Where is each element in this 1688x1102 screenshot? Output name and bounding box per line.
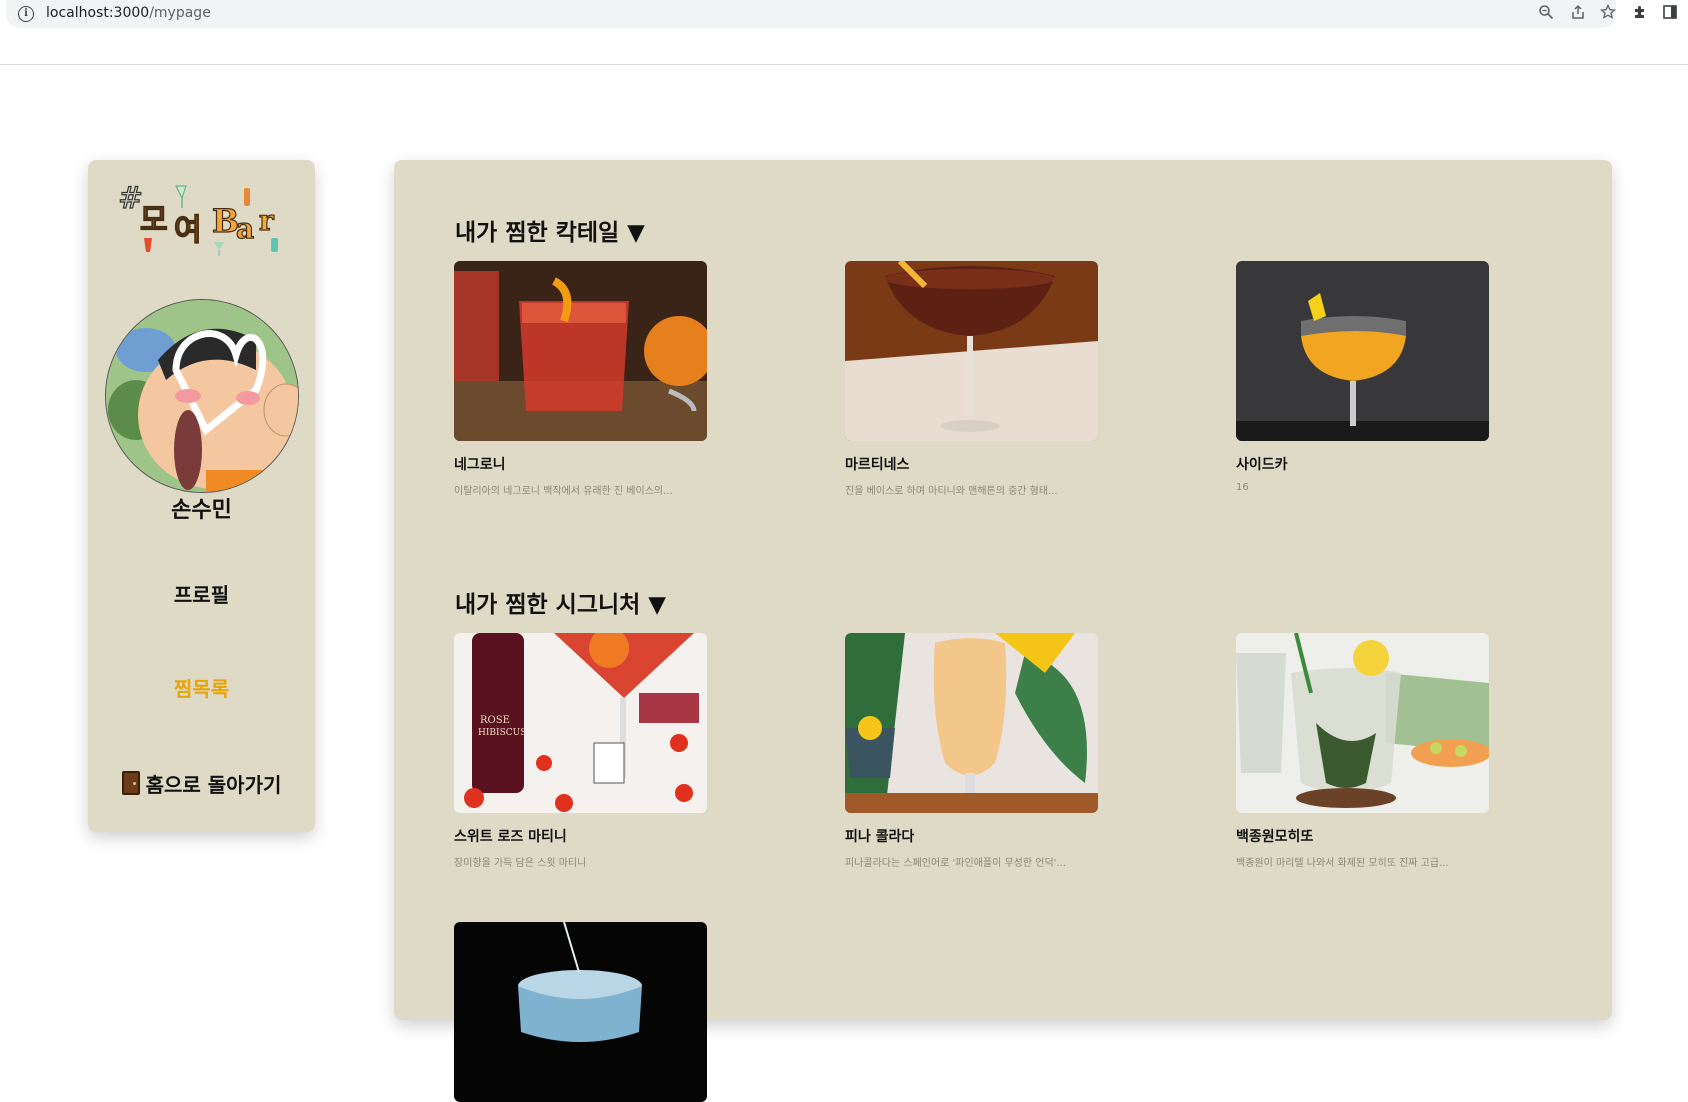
signature-image[interactable] <box>1236 633 1489 813</box>
cocktail-name: 마르티네스 <box>845 457 910 473</box>
profile-avatar[interactable] <box>105 299 299 493</box>
url-host: localhost:3000 <box>46 5 150 21</box>
url-text[interactable]: localhost:3000/mypage <box>46 5 211 21</box>
browser-toolbar: i localhost:3000/mypage <box>0 0 1688 65</box>
zoom-icon[interactable] <box>1536 4 1556 24</box>
svg-text:a: a <box>236 212 254 245</box>
cocktail-card[interactable]: 마르티네스 진을 베이스로 하며 마티니와 맨해튼의 중간 형태... <box>845 261 1098 497</box>
signature-card[interactable] <box>454 922 707 1102</box>
signature-description: 백종원이 마리텔 나와서 화제된 모히또 진짜 고급... <box>1236 858 1449 869</box>
site-info-icon[interactable]: i <box>18 6 34 22</box>
svg-text:ROSE: ROSE <box>480 715 510 726</box>
bookmark-star-icon[interactable] <box>1598 3 1618 24</box>
signature-name: 피나 콜라다 <box>845 829 915 845</box>
cocktail-name: 사이드카 <box>1236 457 1288 473</box>
cocktail-image[interactable] <box>454 261 707 441</box>
username: 손수민 <box>171 498 232 523</box>
address-bar[interactable]: i localhost:3000/mypage <box>6 0 1618 28</box>
signature-card[interactable]: 백종원모히또 백종원이 마리텔 나와서 화제된 모히또 진짜 고급... <box>1236 633 1489 869</box>
url-path: /mypage <box>149 5 211 21</box>
door-icon <box>121 771 140 795</box>
nav-home-label: 홈으로 돌아가기 <box>145 773 282 797</box>
cocktail-card[interactable]: 사이드카 16 <box>1236 261 1489 493</box>
cocktail-name: 네그로니 <box>454 457 506 473</box>
cocktails-section-title[interactable]: 내가 찜한 칵테일 ▼ <box>455 213 645 247</box>
signature-image[interactable] <box>845 633 1098 813</box>
signature-image[interactable]: ROSE HIBISCUS <box>454 633 707 813</box>
signatures-section-title[interactable]: 내가 찜한 시그니처 ▼ <box>455 585 666 619</box>
svg-text:B: B <box>212 202 239 240</box>
nav-profile[interactable]: 프로필 <box>88 579 315 608</box>
cocktail-card[interactable]: 네그로니 이탈리아의 네그로니 백작에서 유래한 진 베이스의... <box>454 261 707 497</box>
signature-card[interactable]: ROSE HIBISCUS 스위트 로즈 마티니 장미향을 가득 담은 스윗 마… <box>454 633 707 869</box>
side-panel-icon[interactable] <box>1660 4 1680 24</box>
svg-text:HIBISCUS: HIBISCUS <box>478 728 526 738</box>
signature-description: 피나콜라다는 스페인어로 '파인애플이 무성한 언덕'... <box>845 858 1066 869</box>
svg-text:r: r <box>259 204 275 237</box>
brand-logo[interactable]: # 모 여 B a r <box>116 178 286 258</box>
signature-name: 스위트 로즈 마티니 <box>454 829 567 845</box>
cocktail-description: 이탈리아의 네그로니 백작에서 유래한 진 베이스의... <box>454 486 673 497</box>
signature-name: 백종원모히또 <box>1236 829 1314 845</box>
nav-wishlist[interactable]: 찜목록 <box>88 673 315 702</box>
svg-text:모: 모 <box>140 203 168 238</box>
cocktail-image[interactable] <box>845 261 1098 441</box>
svg-text:여: 여 <box>174 213 202 248</box>
cocktail-image[interactable] <box>1236 261 1489 441</box>
wishlist-panel: 내가 찜한 칵테일 ▼ 네그로니 이탈리아의 네그로니 백작에서 유래한 진 베… <box>394 160 1612 1102</box>
signature-card[interactable]: 피나 콜라다 피나콜라다는 스페인어로 '파인애플이 무성한 언덕'... <box>845 633 1098 869</box>
extensions-puzzle-icon[interactable] <box>1630 4 1650 24</box>
nav-home[interactable]: 홈으로 돌아가기 <box>88 769 315 798</box>
sidebar: # 모 여 B a r 손수민 프로필 찜목록 홈으로 돌아가기 <box>88 160 315 832</box>
share-icon[interactable] <box>1568 4 1588 24</box>
cocktail-description: 16 <box>1236 482 1249 493</box>
cocktail-description: 진을 베이스로 하며 마티니와 맨해튼의 중간 형태... <box>845 486 1058 497</box>
signature-image[interactable] <box>454 922 707 1102</box>
signature-description: 장미향을 가득 담은 스윗 마티니 <box>454 858 587 869</box>
